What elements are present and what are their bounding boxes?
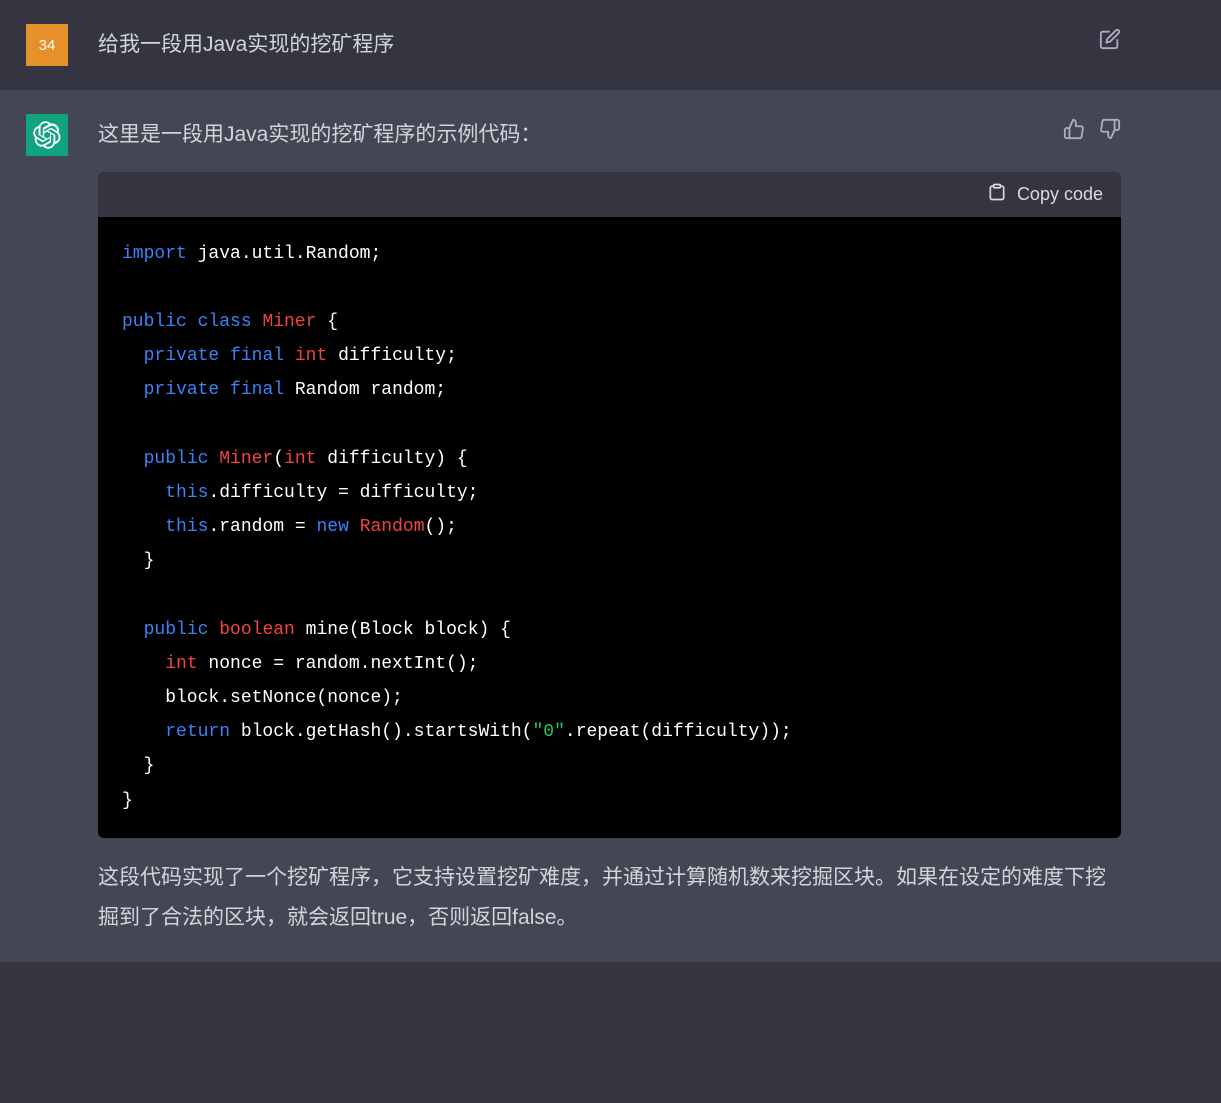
user-actions <box>1099 28 1121 50</box>
user-avatar-label: 34 <box>39 37 56 54</box>
edit-icon[interactable] <box>1099 28 1121 50</box>
thumbs-down-icon[interactable] <box>1099 118 1121 140</box>
assistant-message-inner: 这里是一段用Java实现的挖矿程序的示例代码： Copy code import… <box>0 114 1221 938</box>
assistant-message-content: 这里是一段用Java实现的挖矿程序的示例代码： Copy code import… <box>98 114 1121 938</box>
thumbs-up-icon[interactable] <box>1063 118 1085 140</box>
code-header: Copy code <box>98 172 1121 217</box>
code-body[interactable]: import java.util.Random; public class Mi… <box>98 217 1121 838</box>
assistant-outro-text: 这段代码实现了一个挖矿程序，它支持设置挖矿难度，并通过计算随机数来挖掘区块。如果… <box>98 858 1121 938</box>
clipboard-icon <box>987 182 1007 207</box>
assistant-message: 这里是一段用Java实现的挖矿程序的示例代码： Copy code import… <box>0 90 1221 962</box>
assistant-avatar <box>26 114 68 156</box>
user-message: 34 给我一段用Java实现的挖矿程序 <box>0 0 1221 90</box>
assistant-actions <box>1063 118 1121 140</box>
user-message-inner: 34 给我一段用Java实现的挖矿程序 <box>0 24 1221 66</box>
user-message-text: 给我一段用Java实现的挖矿程序 <box>98 28 1121 62</box>
copy-code-button[interactable]: Copy code <box>987 182 1103 207</box>
copy-code-label: Copy code <box>1017 184 1103 205</box>
code-block: Copy code import java.util.Random; publi… <box>98 172 1121 838</box>
user-message-content: 给我一段用Java实现的挖矿程序 <box>98 24 1121 66</box>
assistant-intro-text: 这里是一段用Java实现的挖矿程序的示例代码： <box>98 118 1121 152</box>
user-avatar: 34 <box>26 24 68 66</box>
